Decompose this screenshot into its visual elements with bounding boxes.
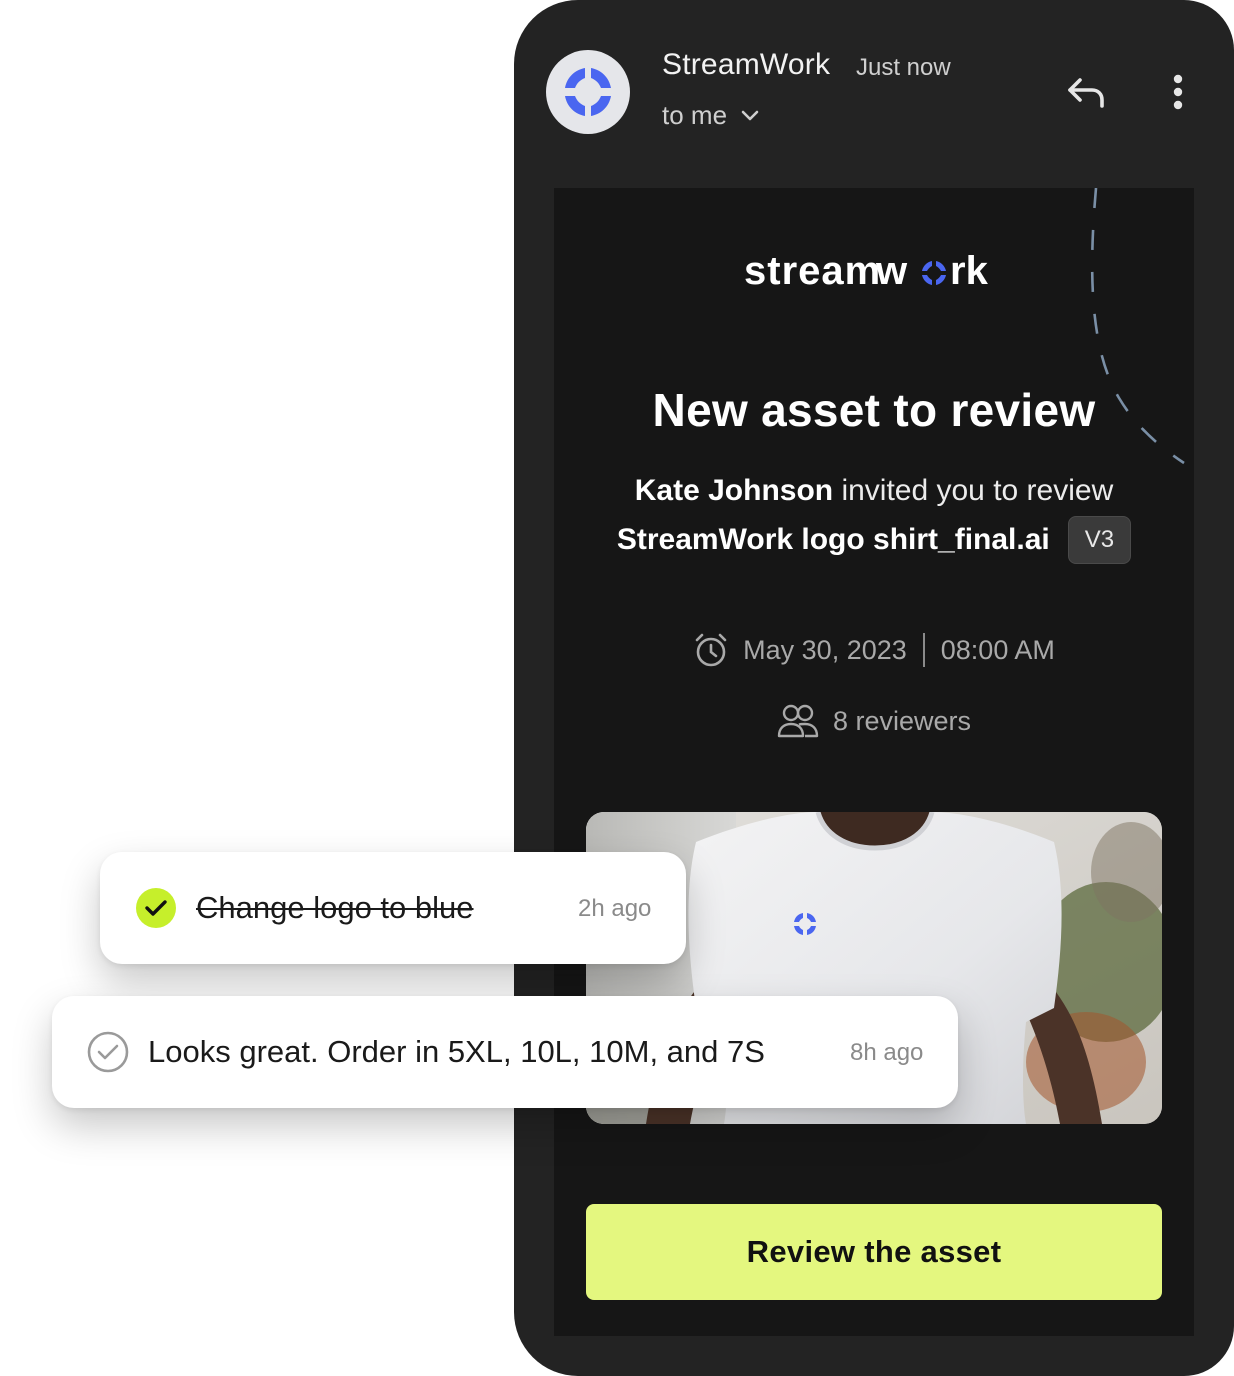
due-date: May 30, 2023 [743, 634, 907, 665]
asset-file-line: StreamWork logo shirt_final.ai V3 [554, 516, 1194, 564]
sender-avatar[interactable] [546, 50, 630, 134]
resolved-check-icon[interactable] [135, 887, 177, 929]
due-time: 08:00 AM [940, 634, 1055, 665]
more-options-button[interactable] [1164, 72, 1192, 112]
svg-text:stream: stream [744, 250, 881, 293]
streamwork-logo: stream w rk [744, 250, 989, 293]
inviter-name: Kate Johnson [634, 474, 834, 507]
sender-name: StreamWork [662, 48, 831, 81]
version-badge: V3 [1067, 516, 1132, 564]
comment-time: 8h ago [850, 1039, 924, 1066]
asset-file-name: StreamWork logo shirt_final.ai [616, 523, 1050, 556]
reply-button[interactable] [1064, 74, 1108, 110]
chevron-down-icon [741, 110, 759, 120]
email-headline: New asset to review [652, 384, 1096, 436]
comment-card-resolved[interactable]: Change logo to blue 2h ago [100, 852, 686, 964]
date-time-divider [922, 633, 925, 667]
reviewers-row: 8 reviewers [554, 704, 1194, 738]
reply-icon [1068, 78, 1104, 108]
due-date-row: May 30, 2023 08:00 AM [554, 632, 1194, 668]
dashed-arc-decoration [1090, 188, 1185, 465]
comment-text: Change logo to blue [196, 890, 474, 925]
review-asset-button[interactable]: Review the asset [586, 1204, 1162, 1300]
comment-time: 2h ago [578, 895, 652, 922]
recipient-label: to me [662, 100, 728, 130]
comment-card-open[interactable]: Looks great. Order in 5XL, 10L, 10M, and… [52, 996, 958, 1108]
reviewer-count: 8 reviewers [832, 705, 972, 736]
invite-text: invited you to review [833, 474, 1114, 507]
more-vertical-icon [1173, 74, 1183, 110]
email-body: stream w rk New asset to review Kate Joh… [554, 188, 1194, 1336]
comment-text: Looks great. Order in 5XL, 10L, 10M, and… [148, 1034, 765, 1069]
received-time: Just now [856, 54, 951, 81]
svg-text:rk: rk [950, 250, 989, 293]
alarm-clock-icon [695, 633, 727, 667]
users-icon [777, 704, 819, 738]
svg-text:w: w [875, 250, 908, 293]
recipient-toggle[interactable]: to me [662, 100, 759, 131]
streamwork-wordmark: stream w rk [554, 250, 1194, 294]
streamwork-logo-icon [565, 68, 611, 116]
unresolved-check-icon[interactable] [87, 1031, 129, 1073]
invite-line: Kate Johnson invited you to review [554, 474, 1194, 508]
